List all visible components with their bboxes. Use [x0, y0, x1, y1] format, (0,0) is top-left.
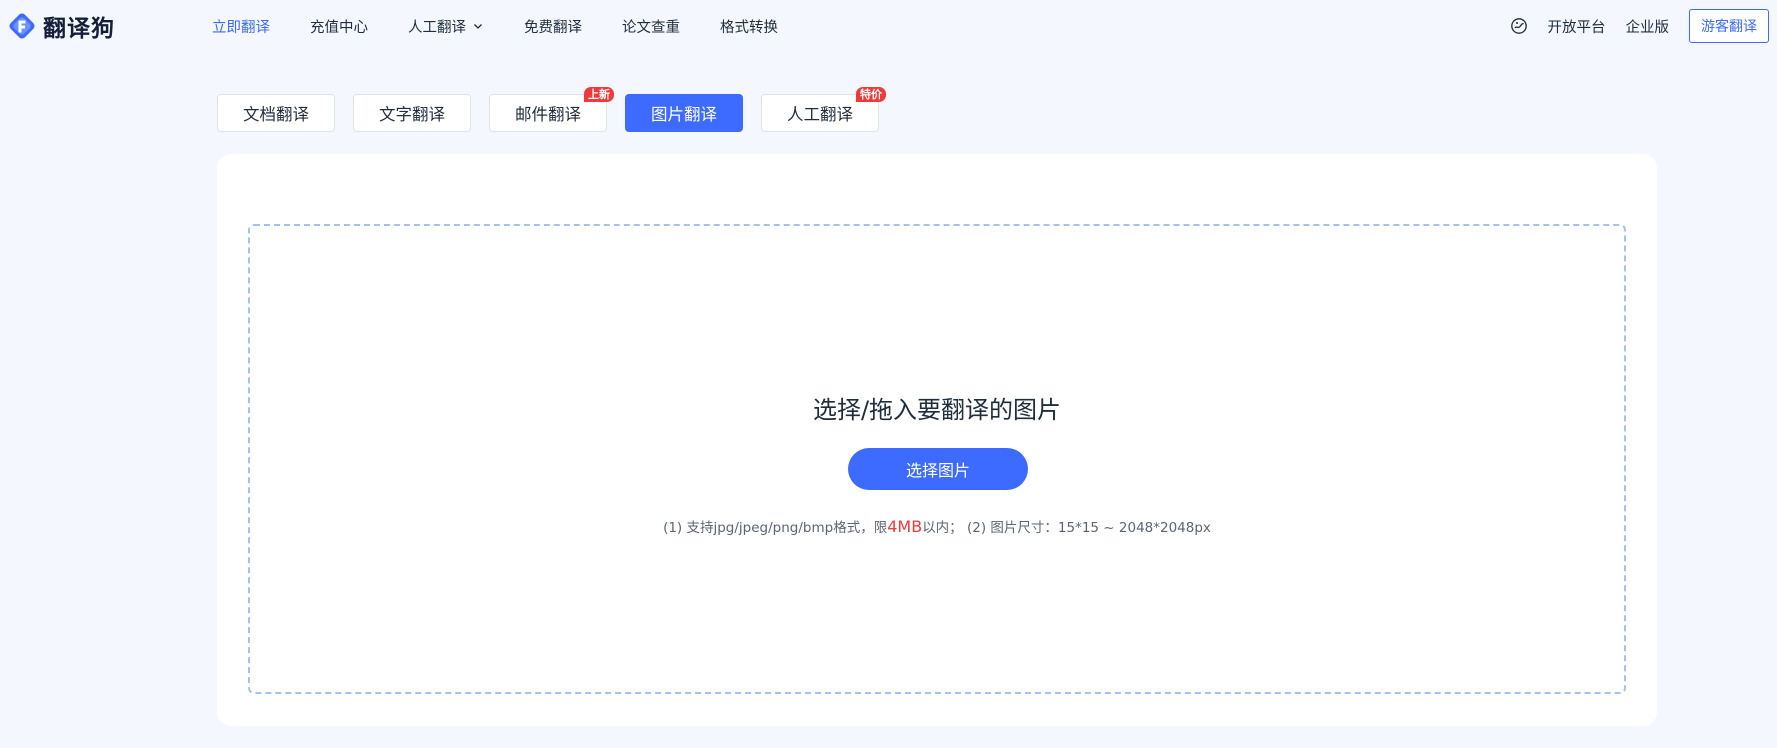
open-platform-link[interactable]: 开放平台	[1548, 16, 1606, 37]
tab-label: 邮件翻译	[515, 105, 581, 124]
upload-panel: 选择/拖入要翻译的图片 选择图片 (1) 支持jpg/jpeg/png/bmp格…	[217, 154, 1657, 726]
nav-item-translate-now[interactable]: 立即翻译	[212, 16, 270, 37]
tab-email-translation[interactable]: 邮件翻译 上新	[489, 87, 614, 132]
nav-item-human-translation[interactable]: 人工翻译	[408, 16, 484, 37]
size-limit-highlight: 4MB	[887, 517, 923, 536]
brand-logo[interactable]: 翻译狗	[6, 10, 115, 42]
nav-item-recharge[interactable]: 充值中心	[310, 16, 368, 37]
tab-text-translation[interactable]: 文字翻译	[353, 94, 471, 132]
palette-icon[interactable]	[1510, 17, 1528, 35]
tab-label: 人工翻译	[787, 105, 853, 124]
nav-item-label: 免费翻译	[524, 19, 582, 36]
chevron-down-icon	[472, 20, 484, 32]
nav-item-label: 论文查重	[622, 19, 680, 36]
translation-type-tabs: 文档翻译 文字翻译 邮件翻译 上新 图片翻译 人工翻译 特价	[217, 87, 897, 132]
new-badge: 上新	[584, 87, 614, 102]
nav-item-label: 人工翻译	[408, 19, 466, 36]
nav-right-group: 开放平台 企业版 游客翻译	[1510, 9, 1769, 43]
image-dropzone[interactable]: 选择/拖入要翻译的图片 选择图片 (1) 支持jpg/jpeg/png/bmp格…	[248, 224, 1626, 694]
nav-item-label: 立即翻译	[212, 19, 270, 36]
tab-label: 文档翻译	[243, 105, 309, 124]
select-image-button[interactable]: 选择图片	[848, 448, 1028, 490]
nav-item-plagiarism-check[interactable]: 论文查重	[622, 16, 680, 37]
nav-item-free-translation[interactable]: 免费翻译	[524, 16, 582, 37]
fanyigou-logo-icon	[6, 10, 38, 42]
tab-label: 图片翻译	[651, 105, 717, 124]
hint-suffix: 以内； (2) 图片尺寸：15*15 ~ 2048*2048px	[922, 520, 1211, 536]
tab-document-translation[interactable]: 文档翻译	[217, 94, 335, 132]
top-navigation-bar: 翻译狗 立即翻译 充值中心 人工翻译 免费翻译 论文查重 格式转换 开放平台 企…	[0, 0, 1777, 52]
guest-translate-button[interactable]: 游客翻译	[1689, 9, 1769, 43]
enterprise-link[interactable]: 企业版	[1626, 16, 1670, 37]
tab-image-translation[interactable]: 图片翻译	[625, 94, 743, 132]
nav-item-format-conversion[interactable]: 格式转换	[720, 16, 778, 37]
tab-human-translation[interactable]: 人工翻译 特价	[761, 87, 886, 132]
brand-name: 翻译狗	[43, 16, 115, 42]
tab-label: 文字翻译	[379, 105, 445, 124]
upload-hint: (1) 支持jpg/jpeg/png/bmp格式，限4MB以内； (2) 图片尺…	[250, 516, 1624, 536]
hint-prefix: (1) 支持jpg/jpeg/png/bmp格式，限	[663, 520, 888, 536]
nav-item-label: 格式转换	[720, 19, 778, 36]
main-nav: 立即翻译 充值中心 人工翻译 免费翻译 论文查重 格式转换	[212, 0, 818, 52]
special-price-badge: 特价	[856, 87, 886, 102]
nav-item-label: 充值中心	[310, 19, 368, 36]
dropzone-title: 选择/拖入要翻译的图片	[812, 396, 1062, 424]
